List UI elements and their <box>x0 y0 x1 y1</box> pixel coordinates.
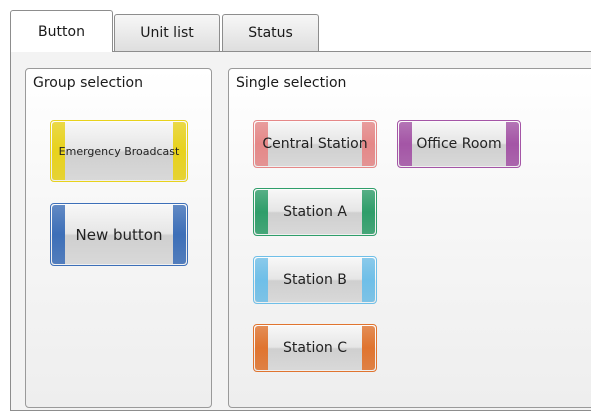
central-station-label: Central Station <box>262 136 368 152</box>
button-color-left <box>255 258 268 302</box>
station-c-label: Station C <box>283 340 347 356</box>
button-color-left <box>255 326 268 370</box>
group-selection-panel: Group selection Emergency Broadcast New … <box>25 68 212 408</box>
group-selection-title: Group selection <box>33 75 143 91</box>
button-color-right <box>362 190 375 234</box>
emergency-broadcast-label: Emergency Broadcast <box>58 144 180 158</box>
single-selection-title: Single selection <box>236 75 347 91</box>
new-button[interactable]: New button <box>50 203 188 266</box>
tab-button-label: Button <box>38 23 85 40</box>
office-room-label: Office Room <box>416 136 502 152</box>
button-color-right <box>362 258 375 302</box>
tab-unit-list[interactable]: Unit list <box>114 14 220 51</box>
tab-button[interactable]: Button <box>10 10 113 52</box>
station-a-label: Station A <box>283 204 347 220</box>
station-c-button[interactable]: Station C <box>253 324 377 372</box>
new-button-label: New button <box>75 225 163 244</box>
tab-strip: Button Unit list Status <box>0 0 591 52</box>
station-a-button[interactable]: Station A <box>253 188 377 236</box>
button-color-right <box>173 205 186 264</box>
button-color-right <box>362 326 375 370</box>
tab-status-label: Status <box>248 25 293 41</box>
tab-status[interactable]: Status <box>222 14 319 51</box>
emergency-broadcast-button[interactable]: Emergency Broadcast <box>50 120 188 182</box>
tab-unit-list-label: Unit list <box>140 25 194 41</box>
button-color-left <box>255 190 268 234</box>
central-station-button[interactable]: Central Station <box>253 120 377 168</box>
station-b-label: Station B <box>283 272 347 288</box>
station-b-button[interactable]: Station B <box>253 256 377 304</box>
button-color-left <box>52 205 65 264</box>
office-room-button[interactable]: Office Room <box>397 120 521 168</box>
single-selection-panel: Single selection Central Station Office … <box>228 68 591 408</box>
button-color-left <box>399 122 412 166</box>
button-color-right <box>506 122 519 166</box>
